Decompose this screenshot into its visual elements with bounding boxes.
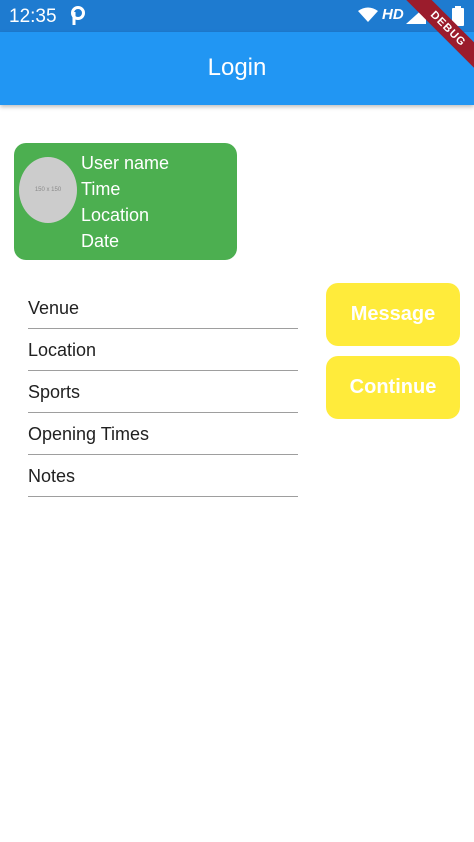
message-button[interactable]: Message (326, 283, 460, 346)
avatar: 150 x 150 (19, 157, 77, 223)
info-list: Venue Location Sports Opening Times Note… (28, 287, 298, 497)
profile-date: Date (81, 231, 120, 251)
debug-ribbon: DEBUG (399, 0, 474, 78)
list-item-notes[interactable]: Notes (28, 455, 298, 497)
profile-details: User name Time Location Date (81, 152, 169, 256)
profile-time: Time (81, 179, 121, 199)
status-time: 12:35 (9, 6, 57, 27)
list-item-venue[interactable]: Venue (28, 287, 298, 329)
debug-banner: DEBUG (394, 0, 474, 80)
profile-location: Location (81, 205, 150, 225)
list-item-sports[interactable]: Sports (28, 371, 298, 413)
list-item-location[interactable]: Location (28, 329, 298, 371)
wifi-icon (358, 7, 378, 22)
avatar-placeholder-text: 150 x 150 (34, 187, 62, 193)
notification-p-icon (71, 6, 85, 25)
list-item-opening-times[interactable]: Opening Times (28, 413, 298, 455)
profile-user-name: User name (81, 153, 170, 173)
profile-card: 150 x 150 User name Time Location Date (14, 143, 237, 260)
continue-button[interactable]: Continue (326, 356, 460, 419)
